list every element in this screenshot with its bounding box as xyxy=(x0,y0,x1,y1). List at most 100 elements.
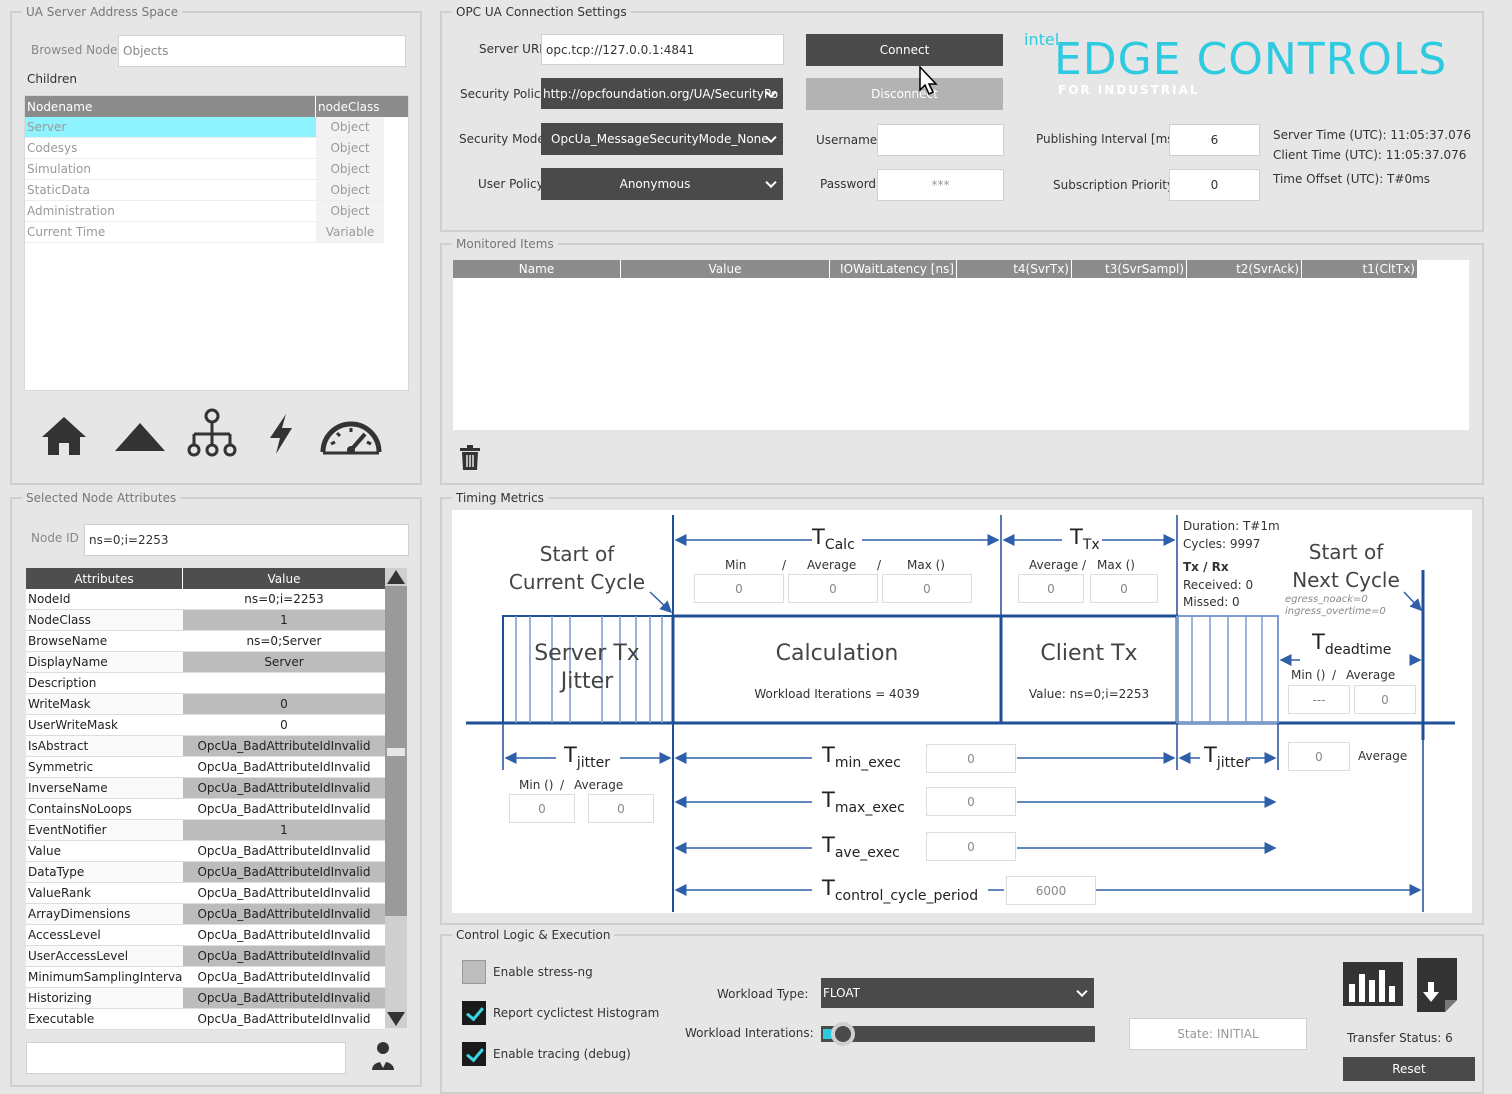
ave-exec-value: 0 xyxy=(926,832,1016,861)
min-exec-value: 0 xyxy=(926,744,1016,773)
disconnect-button[interactable]: Disconnect xyxy=(806,78,1003,110)
attribute-row[interactable]: ContainsNoLoops OpcUa_BadAttributeIdInval… xyxy=(26,799,385,820)
t-ave-exec-t: T xyxy=(822,833,835,857)
gauge-icon[interactable] xyxy=(319,414,383,456)
children-row[interactable]: Codesys Object xyxy=(25,138,384,159)
attribute-row[interactable]: Executable OpcUa_BadAttributeIdInvalid xyxy=(26,1009,385,1030)
children-row[interactable]: Current Time Variable xyxy=(25,222,384,243)
lightning-icon[interactable] xyxy=(266,412,296,456)
attribute-row[interactable]: UserAccessLevel OpcUa_BadAttributeIdInval… xyxy=(26,946,385,967)
scroll-thumb[interactable] xyxy=(387,748,405,756)
attribute-row[interactable]: ValueRank OpcUa_BadAttributeIdInvalid xyxy=(26,883,385,904)
server-url-input[interactable]: opc.tcp://127.0.0.1:4841 xyxy=(541,34,784,65)
attribute-name: EventNotifier xyxy=(26,820,183,840)
attribute-row[interactable]: UserWriteMask 0 xyxy=(26,715,385,736)
username-input[interactable] xyxy=(877,124,1004,156)
children-row[interactable]: Administration Object xyxy=(25,201,384,222)
col-iowait[interactable]: IOWaitLatency [ns] xyxy=(830,260,957,278)
col-t4[interactable]: t4(SvrTx) xyxy=(957,260,1072,278)
browsed-node-field[interactable]: Objects xyxy=(118,35,406,67)
attribute-name: Historizing xyxy=(26,988,183,1008)
attribute-value: ns=0;Server xyxy=(183,631,385,651)
attribute-row[interactable]: IsAbstract OpcUa_BadAttributeIdInvalid xyxy=(26,736,385,757)
tracing-checkbox[interactable] xyxy=(462,1042,486,1066)
attribute-row[interactable]: Description xyxy=(26,673,385,694)
t-period-sub: control_cycle_period xyxy=(834,888,979,905)
col-value[interactable]: Value xyxy=(621,260,830,278)
attribute-value: OpcUa_BadAttributeIdInvalid xyxy=(183,967,385,987)
workload-slider[interactable] xyxy=(821,1022,1095,1046)
attribute-row[interactable]: InverseName OpcUa_BadAttributeIdInvalid xyxy=(26,778,385,799)
chevron-down-icon xyxy=(1076,985,1088,998)
security-policy-select[interactable]: http://opcfoundation.org/UA/SecurityPo xyxy=(541,78,783,109)
scroll-down-icon[interactable] xyxy=(387,1012,405,1026)
attribute-name: NodeId xyxy=(26,589,183,609)
col-t3[interactable]: t3(SvrSampl) xyxy=(1072,260,1187,278)
attribute-row[interactable]: AccessLevel OpcUa_BadAttributeIdInvalid xyxy=(26,925,385,946)
col-t2[interactable]: t2(SvrAck) xyxy=(1187,260,1302,278)
attribute-row[interactable]: WriteMask 0 xyxy=(26,694,385,715)
attribute-row[interactable]: EventNotifier 1 xyxy=(26,820,385,841)
col-t1[interactable]: t1(CltTx) xyxy=(1302,260,1417,278)
user-policy-select[interactable]: Anonymous xyxy=(541,168,783,200)
connection-title: OPC UA Connection Settings xyxy=(452,5,631,19)
publishing-interval-input[interactable]: 6 xyxy=(1169,124,1260,156)
attribute-row[interactable]: Historizing OpcUa_BadAttributeIdInvalid xyxy=(26,988,385,1009)
time-offset: Time Offset (UTC): T#0ms xyxy=(1273,172,1431,186)
children-row[interactable]: Server Object xyxy=(25,117,384,138)
attribute-name: ValueRank xyxy=(26,883,183,903)
attribute-row[interactable]: NodeId ns=0;i=2253 xyxy=(26,589,385,610)
children-row[interactable]: StaticData Object xyxy=(25,180,384,201)
col-nodename[interactable]: Nodename xyxy=(25,96,316,117)
reset-button[interactable]: Reset xyxy=(1343,1057,1475,1081)
tree-icon[interactable] xyxy=(184,408,240,460)
download-file-icon[interactable] xyxy=(1415,956,1459,1014)
stress-checkbox[interactable] xyxy=(462,960,486,984)
attribute-row[interactable]: ArrayDimensions OpcUa_BadAttributeIdInval… xyxy=(26,904,385,925)
subscription-priority-input[interactable]: 0 xyxy=(1169,169,1260,201)
up-icon[interactable] xyxy=(113,420,167,454)
attribute-name: DataType xyxy=(26,862,183,882)
node-id-field[interactable]: ns=0;i=2253 xyxy=(84,524,409,556)
attributes-scrollbar[interactable] xyxy=(385,568,407,1028)
attribute-row[interactable]: Symmetric OpcUa_BadAttributeIdInvalid xyxy=(26,757,385,778)
workload-type-label: Workload Type: xyxy=(717,987,809,1001)
histogram-checkbox[interactable] xyxy=(462,1001,486,1025)
slider-thumb[interactable] xyxy=(831,1022,855,1046)
children-row[interactable]: Simulation Object xyxy=(25,159,384,180)
bottom-input[interactable] xyxy=(26,1042,346,1074)
t-jitter2-t: T xyxy=(1204,743,1217,767)
trash-icon[interactable] xyxy=(459,445,481,471)
monitored-table: Name Value IOWaitLatency [ns] t4(SvrTx) … xyxy=(453,260,1469,430)
col-nodeclass[interactable]: nodeClass xyxy=(316,96,384,117)
attribute-name: Executable xyxy=(26,1009,183,1029)
attribute-name: DisplayName xyxy=(26,652,183,672)
attribute-name: ContainsNoLoops xyxy=(26,799,183,819)
workload-type-select[interactable]: FLOAT xyxy=(821,978,1094,1008)
attribute-name: UserAccessLevel xyxy=(26,946,183,966)
attribute-row[interactable]: Value OpcUa_BadAttributeIdInvalid xyxy=(26,841,385,862)
attribute-row[interactable]: NodeClass 1 xyxy=(26,610,385,631)
password-input[interactable]: *** xyxy=(877,169,1004,201)
t-calc-t: T xyxy=(812,525,825,549)
home-icon[interactable] xyxy=(40,415,88,459)
attribute-row[interactable]: DisplayName Server xyxy=(26,652,385,673)
t-min-exec-t: T xyxy=(822,743,835,767)
attributes-header: Attributes Value xyxy=(26,568,407,589)
col-value[interactable]: Value xyxy=(183,568,385,589)
chart-icon[interactable] xyxy=(1341,960,1405,1008)
scroll-up-icon[interactable] xyxy=(387,570,405,584)
attribute-row[interactable]: MinimumSamplingInterval OpcUa_BadAttribut… xyxy=(26,967,385,988)
attribute-row[interactable]: BrowseName ns=0;Server xyxy=(26,631,385,652)
connect-button[interactable]: Connect xyxy=(806,34,1003,66)
col-name[interactable]: Name xyxy=(453,260,621,278)
child-node-class: Object xyxy=(316,138,384,158)
child-node-name: Administration xyxy=(27,204,115,218)
attribute-value: OpcUa_BadAttributeIdInvalid xyxy=(183,946,385,966)
security-mode-select[interactable]: OpcUa_MessageSecurityMode_None xyxy=(541,123,783,155)
attribute-row[interactable]: DataType OpcUa_BadAttributeIdInvalid xyxy=(26,862,385,883)
security-mode-value: OpcUa_MessageSecurityMode_None xyxy=(551,132,769,146)
attribute-value: OpcUa_BadAttributeIdInvalid xyxy=(183,925,385,945)
col-attributes[interactable]: Attributes xyxy=(26,568,183,589)
user-icon[interactable] xyxy=(370,1040,396,1070)
